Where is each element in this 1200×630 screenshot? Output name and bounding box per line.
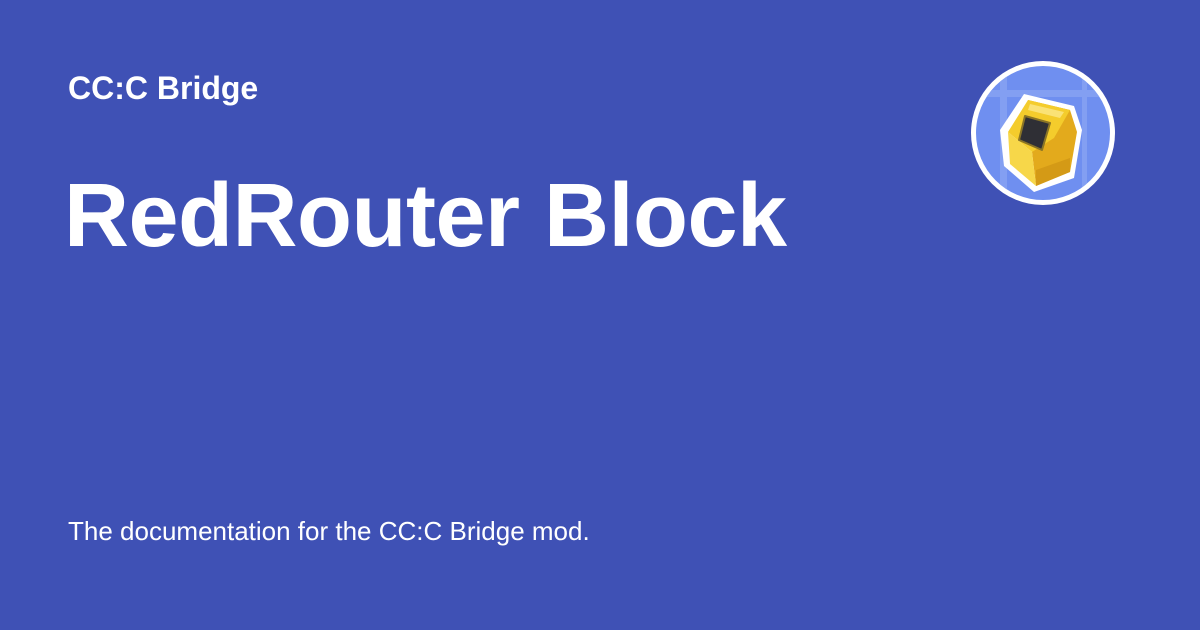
page-title: RedRouter Block <box>64 166 787 266</box>
page-description: The documentation for the CC:C Bridge mo… <box>68 516 590 546</box>
social-card: CC:C Bridge RedRouter Block The document… <box>0 0 1200 630</box>
site-name: CC:C Bridge <box>68 70 259 106</box>
yellow-cube-logo-icon <box>970 60 1116 206</box>
